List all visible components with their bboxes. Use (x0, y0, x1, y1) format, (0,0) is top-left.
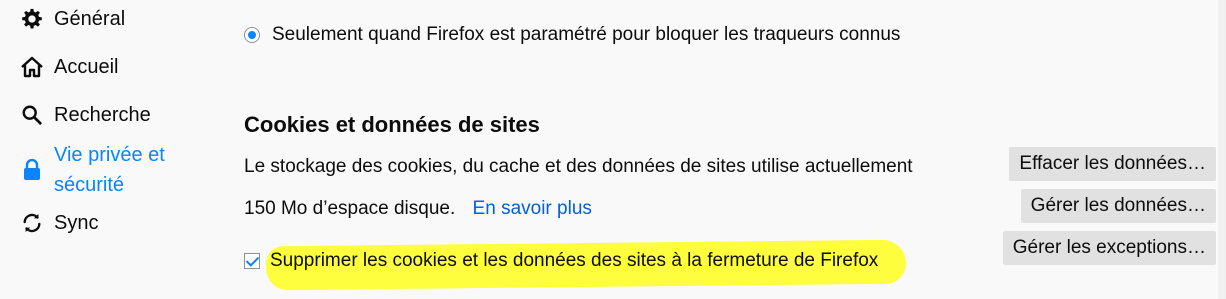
sync-icon (20, 208, 44, 238)
sidebar-item-label: Recherche (54, 104, 151, 126)
gear-icon (20, 4, 44, 34)
cookies-description: Le stockage des cookies, du cache et des… (244, 146, 984, 230)
sidebar-item-sync[interactable]: Sync (20, 208, 98, 238)
cookies-description-line1: Le stockage des cookies, du cache et des… (244, 156, 913, 177)
manage-exceptions-button[interactable]: Gérer les exceptions… (1002, 231, 1216, 265)
main-content: Seulement quand Firefox est paramétré po… (244, 0, 1226, 299)
delete-on-close-option[interactable]: Supprimer les cookies et les données des… (244, 250, 878, 272)
disk-usage-text: 150 Mo d’espace disque. (244, 198, 456, 219)
delete-on-close-checkbox[interactable] (244, 253, 260, 269)
clear-data-button[interactable]: Effacer les données… (1009, 147, 1216, 181)
learn-more-link[interactable]: En savoir plus (473, 198, 592, 219)
scrollbar[interactable] (1218, 0, 1226, 299)
sidebar: Général Accueil Recherche Vie privée et (0, 0, 200, 299)
delete-on-close-label: Supprimer les cookies et les données des… (270, 250, 879, 271)
manage-data-button[interactable]: Gérer les données… (1020, 189, 1216, 223)
sidebar-item-general[interactable]: Général (20, 4, 125, 34)
sidebar-item-privacy[interactable]: Vie privée et sécurité (20, 140, 165, 200)
sidebar-item-label: Accueil (54, 56, 119, 78)
sidebar-item-label: Général (54, 8, 126, 30)
sidebar-item-label: Vie privée et sécurité (54, 140, 165, 200)
sidebar-item-label-line2: sécurité (54, 174, 125, 196)
lock-icon (20, 155, 44, 185)
sidebar-item-label: Sync (54, 212, 99, 234)
radio-label: Seulement quand Firefox est paramétré po… (272, 24, 901, 45)
search-icon (20, 100, 44, 130)
sidebar-item-label-line1: Vie privée et (54, 144, 165, 166)
radio-button[interactable] (244, 27, 260, 43)
section-title: Cookies et données de sites (244, 112, 540, 137)
cookies-description-line2: 150 Mo d’espace disque. En savoir plus (244, 188, 984, 230)
sidebar-item-search[interactable]: Recherche (20, 100, 151, 130)
home-icon (20, 52, 44, 82)
tracking-radio-option[interactable]: Seulement quand Firefox est paramétré po… (244, 24, 900, 46)
sidebar-item-home[interactable]: Accueil (20, 52, 118, 82)
